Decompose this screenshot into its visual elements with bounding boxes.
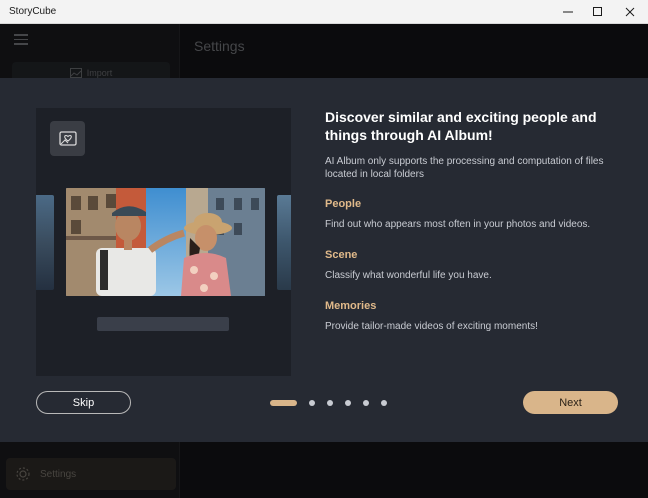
onboarding-dialog: Discover similar and exciting people and…: [0, 78, 648, 442]
window-title: StoryCube: [9, 6, 57, 17]
pagination-dot-6[interactable]: [381, 400, 387, 406]
close-icon: [625, 7, 635, 17]
pagination-dots: [270, 398, 387, 408]
close-button[interactable]: [614, 0, 646, 24]
ai-album-icon: [50, 121, 85, 156]
minimize-icon: [563, 11, 573, 13]
maximize-icon: [593, 7, 602, 16]
section-title-people: People: [325, 198, 362, 210]
next-button[interactable]: Next: [523, 391, 618, 414]
pagination-dot-2[interactable]: [309, 400, 315, 406]
minimize-button[interactable]: [552, 0, 584, 24]
maximize-button[interactable]: [582, 0, 614, 24]
feature-description: Discover similar and exciting people and…: [325, 108, 625, 332]
caption-placeholder: [97, 317, 229, 331]
section-desc-scene: Classify what wonderful life you have.: [325, 270, 492, 281]
pagination-dot-1[interactable]: [270, 400, 297, 406]
couple-photo: [66, 188, 265, 296]
pagination-dot-4[interactable]: [345, 400, 351, 406]
preview-panel: [36, 108, 291, 376]
skip-button[interactable]: Skip: [36, 391, 131, 414]
section-desc-people: Find out who appears most often in your …: [325, 219, 591, 230]
section-desc-memories: Provide tailor-made videos of exciting m…: [325, 321, 538, 332]
pagination-dot-3[interactable]: [327, 400, 333, 406]
next-photo-thumbnail: [277, 195, 291, 290]
dialog-headline: Discover similar and exciting people and…: [325, 109, 597, 143]
section-title-scene: Scene: [325, 249, 358, 261]
previous-photo-thumbnail: [36, 195, 54, 290]
pagination-dot-5[interactable]: [363, 400, 369, 406]
title-bar: StoryCube: [0, 0, 648, 24]
dialog-subtitle: AI Album only supports the processing an…: [325, 156, 604, 180]
section-title-memories: Memories: [325, 300, 377, 312]
